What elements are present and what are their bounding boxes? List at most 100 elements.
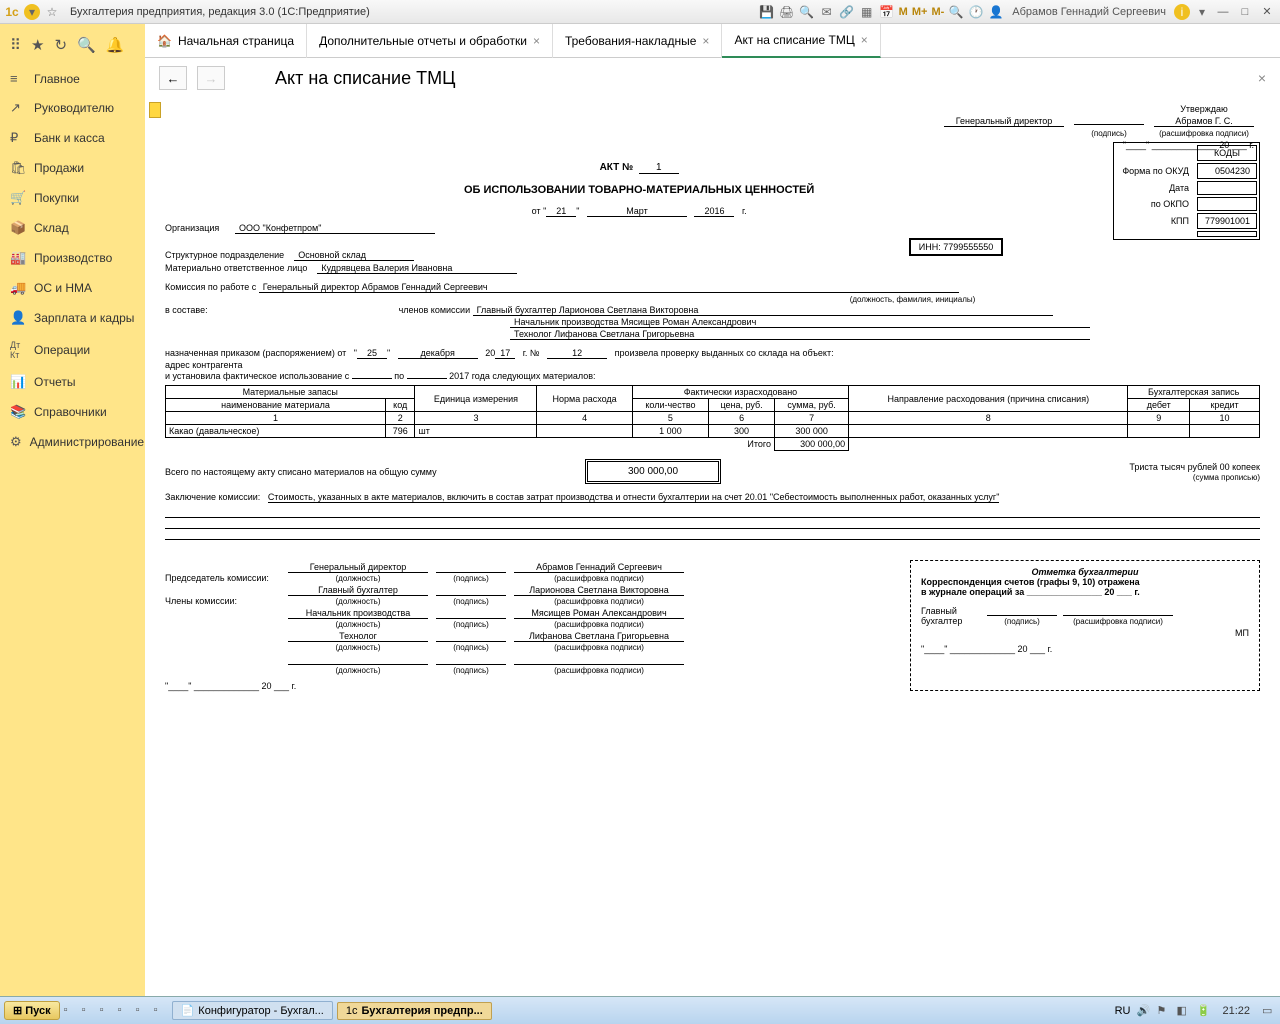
app-icon-1c: 1c bbox=[4, 4, 20, 20]
maximize-button[interactable]: □ bbox=[1236, 4, 1254, 20]
act-number: АКТ № 1 bbox=[165, 162, 1260, 174]
dtkt-icon: ДтКт bbox=[10, 340, 26, 360]
total-sum-box: 300 000,00 bbox=[585, 459, 721, 484]
sidebar-item-production[interactable]: 🏭Производство bbox=[0, 243, 145, 273]
m-plus-button[interactable]: M+ bbox=[912, 6, 928, 18]
doc-header: ← → Акт на списание ТМЦ × bbox=[145, 58, 1280, 98]
signatures-block: Председатель комиссии: Генеральный дирек… bbox=[165, 560, 890, 691]
truck-icon: 🚚 bbox=[10, 280, 26, 296]
codes-box: КОДЫ Форма по ОКУД0504230 Дата по ОКПО К… bbox=[1113, 142, 1260, 240]
tab-demands[interactable]: Требования-накладные× bbox=[553, 24, 722, 58]
app-icon: 📄 bbox=[181, 1004, 195, 1017]
star-icon[interactable]: ☆ bbox=[44, 4, 60, 20]
table-row: Какао (давальческое) 796 шт 1 000 300 30… bbox=[166, 425, 1260, 438]
ql-icon[interactable]: ▫ bbox=[118, 1004, 132, 1018]
sidebar-item-main[interactable]: ≡Главное bbox=[0, 64, 145, 93]
tab-close-icon[interactable]: × bbox=[861, 33, 868, 47]
books-icon: 📚 bbox=[10, 404, 26, 420]
back-button[interactable]: ← bbox=[159, 66, 187, 90]
sidebar-item-bank[interactable]: ₽Банк и касса bbox=[0, 123, 145, 153]
tabs-row: 🏠Начальная страница Дополнительные отчет… bbox=[145, 24, 1280, 58]
menu-icon: ≡ bbox=[10, 71, 26, 86]
show-desktop-icon[interactable]: ▭ bbox=[1262, 1004, 1276, 1018]
print-icon[interactable]: 🖨 bbox=[779, 4, 795, 20]
page-title: Акт на списание ТМЦ bbox=[275, 68, 455, 89]
start-flag-icon: ⊞ bbox=[13, 1004, 22, 1017]
yellow-marker bbox=[149, 102, 161, 118]
forward-button[interactable]: → bbox=[197, 66, 225, 90]
app-title: Бухгалтерия предприятия, редакция 3.0 (1… bbox=[70, 6, 370, 18]
cart-icon: 🛒 bbox=[10, 190, 26, 206]
zoom-icon[interactable]: 🔍 bbox=[948, 4, 964, 20]
save-icon[interactable]: 💾 bbox=[759, 4, 775, 20]
sidebar-item-purchases[interactable]: 🛒Покупки bbox=[0, 183, 145, 213]
home-icon: 🏠 bbox=[157, 34, 172, 48]
sidebar-item-manager[interactable]: ↗Руководителю bbox=[0, 93, 145, 123]
ruble-icon: ₽ bbox=[10, 130, 26, 146]
person-icon: 👤 bbox=[10, 310, 26, 326]
sidebar: ⠿ ★ ↻ 🔍 🔔 ≡Главное ↗Руководителю ₽Банк и… bbox=[0, 24, 145, 996]
m-minus-button[interactable]: M- bbox=[931, 6, 944, 18]
close-button[interactable]: ✕ bbox=[1258, 4, 1276, 20]
search-sidebar-icon[interactable]: 🔍 bbox=[77, 36, 96, 54]
calendar-icon[interactable]: 📅 bbox=[879, 4, 895, 20]
sidebar-item-salary[interactable]: 👤Зарплата и кадры bbox=[0, 303, 145, 333]
box-icon: 📦 bbox=[10, 220, 26, 236]
mail-icon[interactable]: ✉ bbox=[819, 4, 835, 20]
taskbar-item-configurator[interactable]: 📄Конфигуратор - Бухгал... bbox=[172, 1001, 333, 1020]
ql-icon[interactable]: ▫ bbox=[64, 1004, 78, 1018]
fav-star-icon[interactable]: ★ bbox=[31, 36, 44, 54]
dropdown2-icon[interactable]: ▾ bbox=[1194, 4, 1210, 20]
sidebar-item-assets[interactable]: 🚚ОС и НМА bbox=[0, 273, 145, 303]
materials-table: Материальные запасы Единица измерения Но… bbox=[165, 385, 1260, 451]
gear-icon: ⚙ bbox=[10, 434, 22, 450]
calc-icon[interactable]: ▦ bbox=[859, 4, 875, 20]
tray-icon[interactable]: 🔋 bbox=[1196, 1004, 1210, 1018]
clock[interactable]: 21:22 bbox=[1216, 1005, 1256, 1017]
chart-icon: 📊 bbox=[10, 374, 26, 390]
sidebar-item-admin[interactable]: ⚙Администрирование bbox=[0, 427, 145, 457]
close-doc-button[interactable]: × bbox=[1258, 70, 1266, 86]
titlebar: 1c ▾ ☆ Бухгалтерия предприятия, редакция… bbox=[0, 0, 1280, 24]
bag-icon: 🛍 bbox=[10, 160, 26, 176]
m-button[interactable]: M bbox=[899, 6, 908, 18]
factory-icon: 🏭 bbox=[10, 250, 26, 266]
apps-icon[interactable]: ⠿ bbox=[10, 36, 21, 54]
user-name[interactable]: Абрамов Геннадий Сергеевич bbox=[1008, 6, 1170, 18]
link-icon[interactable]: 🔗 bbox=[839, 4, 855, 20]
clock-icon[interactable]: 🕐 bbox=[968, 4, 984, 20]
app-icon: 1c bbox=[346, 1005, 358, 1017]
lang-indicator[interactable]: RU bbox=[1115, 1005, 1131, 1017]
inn-box: ИНН: 7799555550 bbox=[909, 238, 1004, 256]
document-body: Утверждаю Генеральный директор Абрамов Г… bbox=[145, 98, 1280, 996]
sidebar-item-reports[interactable]: 📊Отчеты bbox=[0, 367, 145, 397]
tab-close-icon[interactable]: × bbox=[702, 34, 709, 48]
minimize-button[interactable]: — bbox=[1214, 4, 1232, 20]
sidebar-item-warehouse[interactable]: 📦Склад bbox=[0, 213, 145, 243]
tab-reports[interactable]: Дополнительные отчеты и обработки× bbox=[307, 24, 553, 58]
tray-icon[interactable]: ⚑ bbox=[1156, 1004, 1170, 1018]
history-icon[interactable]: ↻ bbox=[54, 36, 67, 54]
start-button[interactable]: ⊞Пуск bbox=[4, 1001, 60, 1020]
tray-icon[interactable]: 🔊 bbox=[1136, 1004, 1150, 1018]
tab-close-icon[interactable]: × bbox=[533, 34, 540, 48]
sidebar-item-operations[interactable]: ДтКтОперации bbox=[0, 333, 145, 367]
preview-icon[interactable]: 🔍 bbox=[799, 4, 815, 20]
ql-icon[interactable]: ▫ bbox=[154, 1004, 168, 1018]
ql-icon[interactable]: ▫ bbox=[82, 1004, 96, 1018]
bell-icon[interactable]: 🔔 bbox=[106, 36, 125, 54]
sidebar-item-directories[interactable]: 📚Справочники bbox=[0, 397, 145, 427]
info-icon[interactable]: i bbox=[1174, 4, 1190, 20]
user-icon: 👤 bbox=[988, 4, 1004, 20]
accounting-mark-box: Отметка бухгалтерии Корреспонденция счет… bbox=[910, 560, 1260, 691]
taskbar: ⊞Пуск ▫ ▫ ▫ ▫ ▫ ▫ 📄Конфигуратор - Бухгал… bbox=[0, 996, 1280, 1024]
taskbar-item-accounting[interactable]: 1cБухгалтерия предпр... bbox=[337, 1002, 492, 1020]
tab-home[interactable]: 🏠Начальная страница bbox=[145, 24, 307, 58]
sidebar-item-sales[interactable]: 🛍Продажи bbox=[0, 153, 145, 183]
ql-icon[interactable]: ▫ bbox=[136, 1004, 150, 1018]
arrow-icon: ↗ bbox=[10, 100, 26, 116]
dropdown-icon[interactable]: ▾ bbox=[24, 4, 40, 20]
tab-act[interactable]: Акт на списание ТМЦ× bbox=[722, 24, 880, 58]
tray-icon[interactable]: ◧ bbox=[1176, 1004, 1190, 1018]
ql-icon[interactable]: ▫ bbox=[100, 1004, 114, 1018]
